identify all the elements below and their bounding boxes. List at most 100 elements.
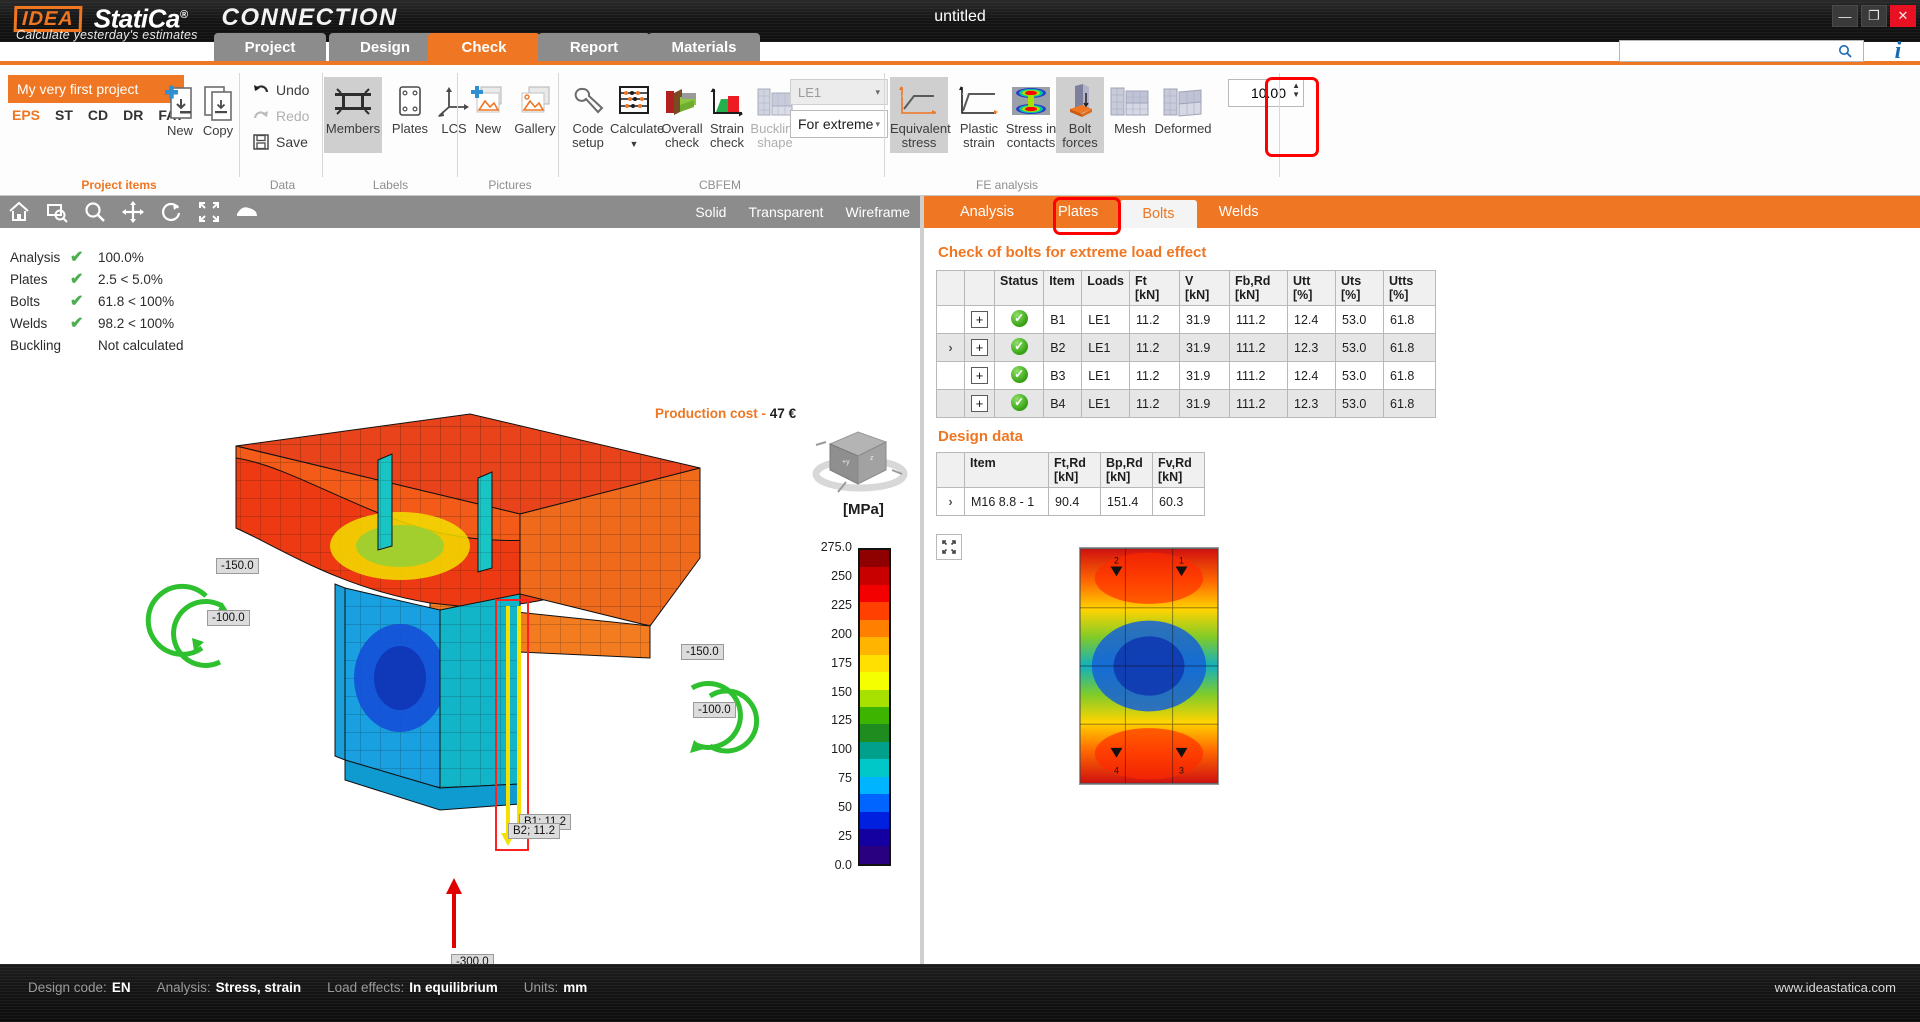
search-input[interactable] — [1620, 42, 1835, 60]
model-label-moment-right-1: -150.0 — [681, 644, 724, 660]
mesh-button[interactable]: Mesh — [1106, 77, 1154, 136]
cell-uts: 53.0 — [1336, 362, 1384, 390]
results-tab-welds[interactable]: Welds — [1197, 196, 1281, 228]
table-row[interactable]: + B4 LE1 11.2 31.9 111.2 12.3 53.0 61.8 — [937, 390, 1436, 418]
tab-project[interactable]: Project — [214, 33, 326, 61]
bolt-number-4: 4 — [1114, 765, 1119, 775]
rotate-icon[interactable] — [152, 196, 190, 228]
cell-fbrd: 111.2 — [1230, 362, 1288, 390]
cell-uts: 53.0 — [1336, 306, 1384, 334]
copy-project-item-button[interactable]: Copy — [194, 79, 242, 138]
legend-tick-label: 150 — [790, 685, 852, 699]
bolt-detail-preview[interactable]: 2 1 4 3 — [1079, 547, 1219, 785]
expand-row-button[interactable]: + — [971, 367, 988, 384]
orientation-cube[interactable]: +y z — [808, 422, 908, 494]
expand-row-button[interactable]: + — [971, 339, 988, 356]
ribbon-group-project-items: My very first project ▾ EPS ST CD DR FAT — [0, 65, 238, 196]
gallery-button[interactable]: Gallery — [506, 77, 564, 136]
extreme-combo[interactable]: For extreme ▾ — [790, 110, 888, 138]
status-ok-icon — [1011, 338, 1028, 355]
spinner-arrows[interactable]: ▲ ▼ — [1292, 81, 1300, 99]
tab-check[interactable]: Check — [428, 33, 540, 61]
cell-v: 31.9 — [1180, 334, 1230, 362]
results-tab-plates[interactable]: Plates — [1036, 196, 1120, 228]
status-load-effects: Load effects:In equilibrium — [327, 980, 498, 995]
project-letter-cd[interactable]: CD — [88, 107, 108, 123]
bolt-check-table[interactable]: Status Item Loads Ft[kN] V[kN] Fb,Rd[kN]… — [936, 270, 1436, 418]
model-label-moment-left-2: -100.0 — [207, 610, 250, 626]
tab-materials[interactable]: Materials — [648, 33, 760, 61]
project-letter-eps[interactable]: EPS — [12, 107, 40, 123]
connection-3d-model[interactable] — [0, 228, 760, 964]
maximize-button[interactable]: ❐ — [1861, 5, 1887, 27]
row-chevron-icon[interactable]: › — [948, 340, 952, 355]
minimize-button[interactable]: — — [1832, 5, 1858, 27]
col-item: Item — [1044, 271, 1082, 306]
plates-toggle-button[interactable]: Plates — [386, 77, 434, 136]
new-picture-button[interactable]: New — [464, 77, 512, 136]
strain-check-button[interactable]: Straincheck — [703, 77, 751, 150]
tab-design[interactable]: Design — [329, 33, 441, 61]
legend-tick-label: 250 — [790, 569, 852, 583]
expand-row-button[interactable]: + — [971, 395, 988, 412]
search-icon[interactable] — [1835, 44, 1855, 58]
expand-detail-button[interactable] — [936, 534, 962, 560]
search-box[interactable] — [1619, 40, 1864, 62]
equivalent-stress-button[interactable]: Equivalentstress — [890, 77, 948, 153]
project-letter-dr[interactable]: DR — [123, 107, 143, 123]
col-item: Item — [965, 453, 1049, 488]
calculate-label: Calculate▼ — [610, 122, 658, 151]
spinner-up-icon[interactable]: ▲ — [1292, 81, 1300, 90]
render-style-icon[interactable] — [228, 196, 266, 228]
undo-button[interactable]: Undo — [253, 77, 309, 103]
design-data-table[interactable]: Item Ft,Rd[kN] Bp,Rd[kN] Fv,Rd[kN] › M16… — [936, 452, 1205, 516]
cell-loads: LE1 — [1082, 306, 1130, 334]
table-row[interactable]: + B3 LE1 11.2 31.9 111.2 12.4 53.0 61.8 — [937, 362, 1436, 390]
plastic-strain-button[interactable]: Plasticstrain — [950, 77, 1008, 150]
home-icon[interactable] — [0, 196, 38, 228]
spinner-down-icon[interactable]: ▼ — [1292, 90, 1300, 99]
results-tab-analysis[interactable]: Analysis — [938, 196, 1036, 228]
members-toggle-button[interactable]: Members — [324, 77, 382, 153]
results-tab-bolts[interactable]: Bolts — [1120, 200, 1196, 228]
row-chevron-icon[interactable]: › — [948, 494, 952, 509]
bolt-forces-button[interactable]: Boltforces — [1056, 77, 1104, 153]
display-mode-solid[interactable]: Solid — [695, 204, 726, 220]
model-viewport[interactable]: Solid Transparent Wireframe Analysis ✔ 1… — [0, 196, 924, 964]
table-row[interactable]: › + B2 LE1 11.2 31.9 111.2 12.3 53.0 61.… — [937, 334, 1436, 362]
display-mode-transparent[interactable]: Transparent — [748, 204, 823, 220]
deformed-button[interactable]: Deformed — [1151, 77, 1215, 136]
display-mode-wireframe[interactable]: Wireframe — [845, 204, 910, 220]
cell-ft: 11.2 — [1130, 390, 1180, 418]
tab-report[interactable]: Report — [538, 33, 650, 61]
scale-spinner[interactable]: 10.00 ▲ ▼ — [1228, 79, 1304, 107]
legend-tick-label: 275.0 — [790, 540, 852, 554]
pan-icon[interactable] — [114, 196, 152, 228]
info-icon[interactable]: i — [1884, 36, 1912, 66]
cell-fbrd: 111.2 — [1230, 334, 1288, 362]
zoom-icon[interactable] — [76, 196, 114, 228]
website-link[interactable]: www.ideastatica.com — [1775, 980, 1896, 995]
load-effect-combo[interactable]: LE1 ▾ — [790, 79, 888, 105]
ribbon-group-label-labels: Labels — [324, 178, 457, 192]
redo-label: Redo — [276, 108, 309, 124]
expand-row-button[interactable]: + — [971, 311, 988, 328]
stress-in-contacts-button[interactable]: Stress incontacts — [1002, 77, 1060, 150]
code-setup-button[interactable]: Code setup — [564, 77, 612, 150]
overall-check-label: Overallcheck — [658, 122, 706, 150]
table-row[interactable]: › M16 8.8 - 1 90.4 151.4 60.3 — [937, 488, 1205, 516]
project-letter-st[interactable]: ST — [55, 107, 73, 123]
bolt-number-3: 3 — [1179, 765, 1184, 775]
table-row[interactable]: + B1 LE1 11.2 31.9 111.2 12.4 53.0 61.8 — [937, 306, 1436, 334]
calculate-button[interactable]: Calculate▼ — [610, 77, 658, 151]
overall-check-button[interactable]: Overallcheck — [658, 77, 706, 150]
save-button[interactable]: Save — [253, 129, 308, 155]
legend-color-band — [860, 672, 889, 689]
equivalent-stress-label: Equivalentstress — [890, 122, 948, 150]
bolt-number-1: 1 — [1179, 555, 1184, 565]
fit-to-screen-icon[interactable] — [190, 196, 228, 228]
zoom-window-icon[interactable] — [38, 196, 76, 228]
close-button[interactable]: ✕ — [1890, 5, 1916, 27]
load-effect-value: LE1 — [798, 85, 821, 100]
col-v: V[kN] — [1180, 271, 1230, 306]
